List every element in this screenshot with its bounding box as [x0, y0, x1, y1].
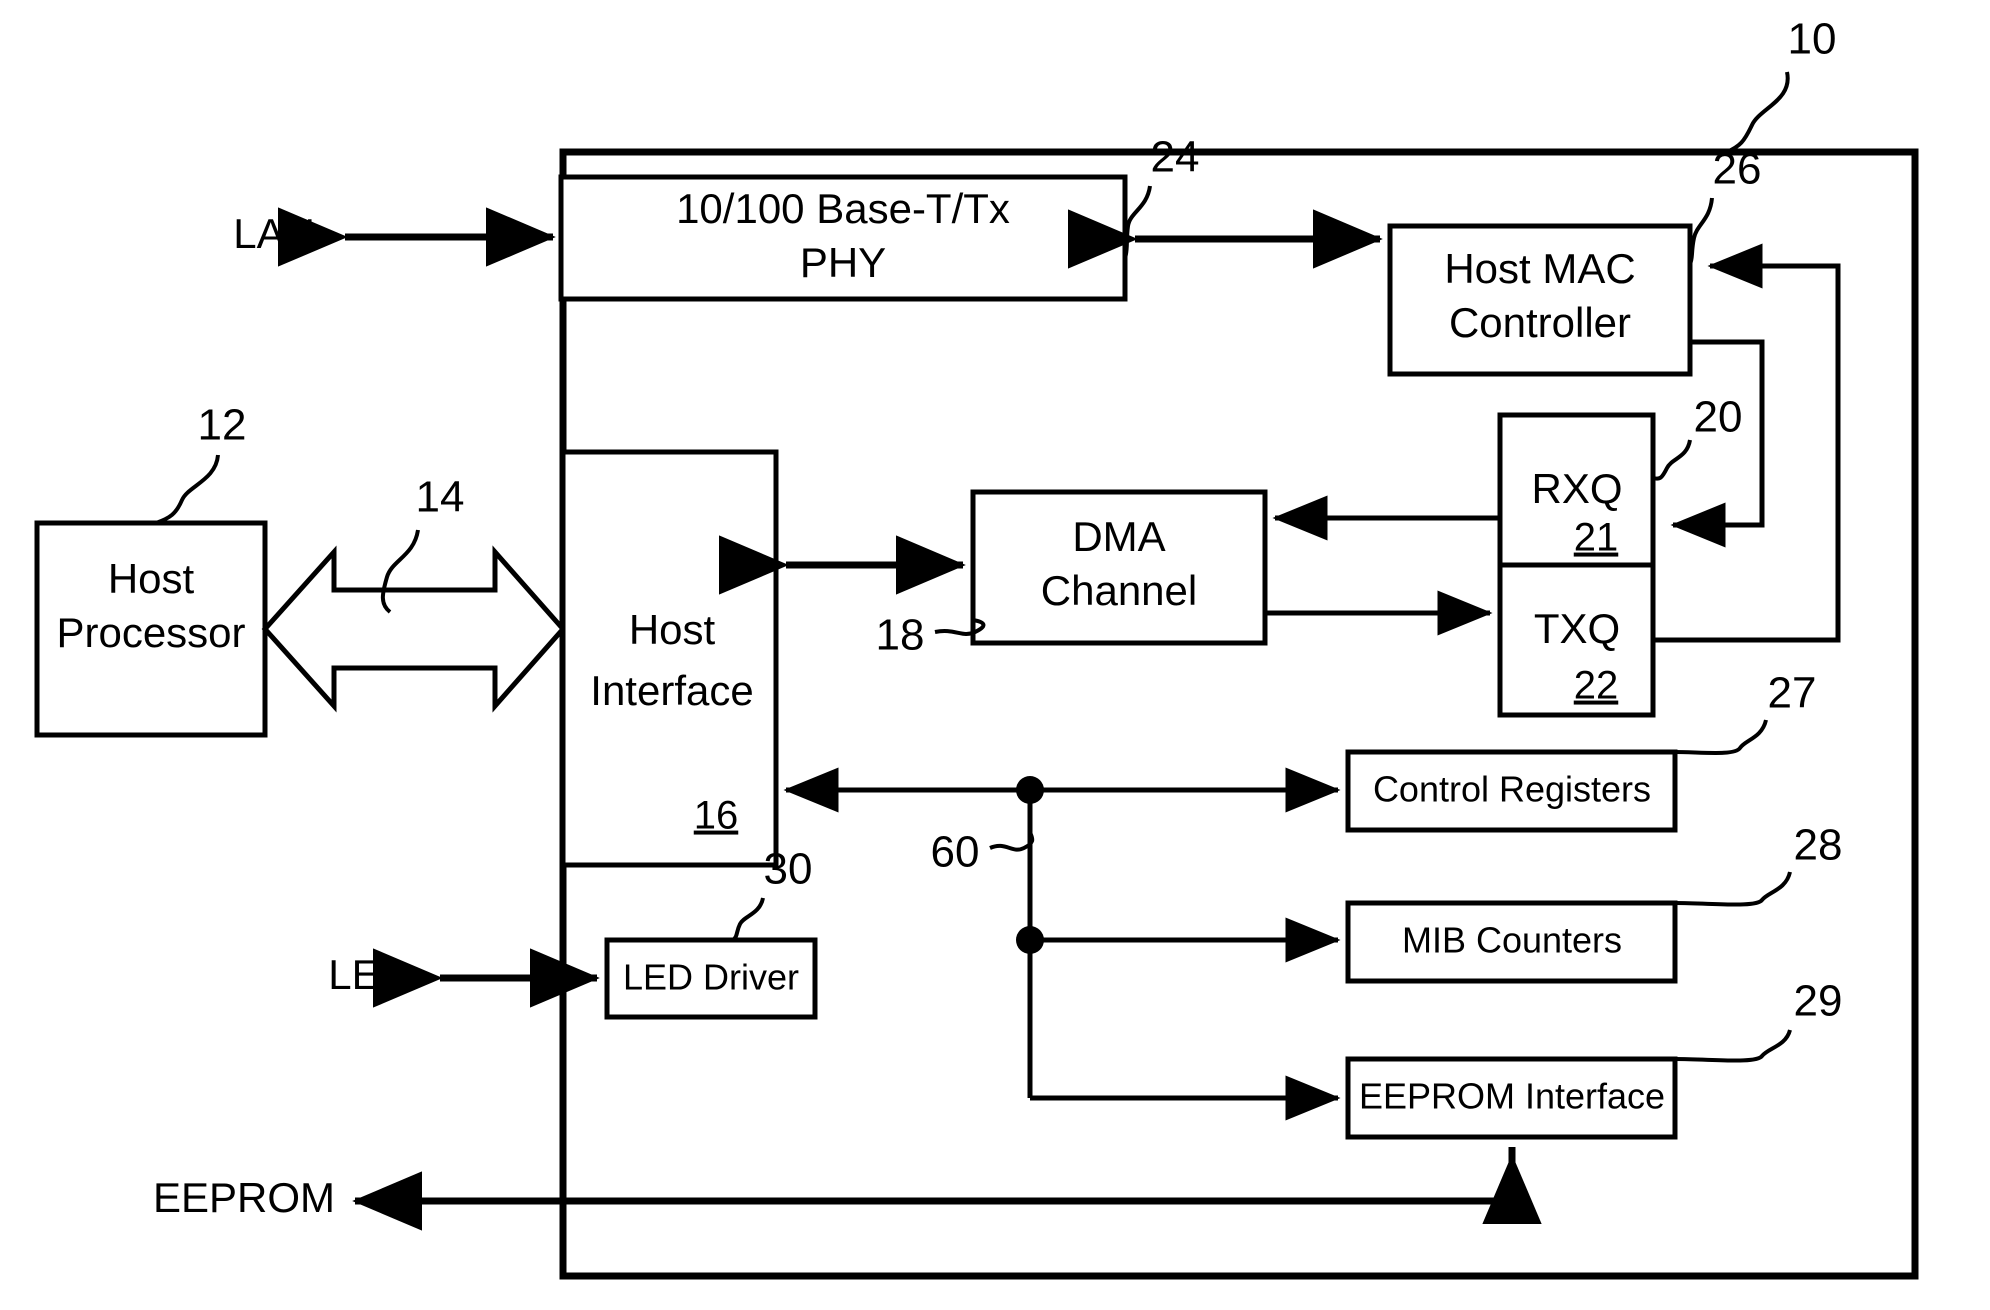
ref-21: 21 [1574, 516, 1619, 560]
lead-line-20 [1652, 439, 1692, 481]
phy-label-line2: PHY [800, 239, 886, 286]
host-processor-label-line2: Processor [56, 609, 245, 656]
figure-canvas: 10 Host Processor 12 14 Host Interface 1… [0, 0, 1990, 1310]
bus-junction-dot-lower [1016, 926, 1044, 954]
ref-24: 24 [1151, 133, 1200, 182]
port-label-eeprom: EEPROM [153, 1174, 335, 1221]
bus-junction-dot-upper [1016, 776, 1044, 804]
led-driver-label: LED Driver [623, 957, 799, 998]
lead-line-10 [1726, 71, 1790, 154]
lead-line-30 [731, 897, 765, 942]
port-label-led: LED [328, 951, 410, 998]
lead-line-28 [1674, 871, 1792, 907]
dma-label-line2: Channel [1041, 567, 1197, 614]
ref-28: 28 [1794, 821, 1843, 870]
phy-label-line1: 10/100 Base-T/Tx [676, 185, 1010, 232]
ref-10: 10 [1788, 15, 1837, 64]
rxq-label: RXQ [1531, 465, 1622, 512]
block-diagram-svg: 10 Host Processor 12 14 Host Interface 1… [34, 15, 1919, 1280]
port-label-lan: LAN [233, 210, 315, 257]
dma-label-line1: DMA [1072, 513, 1165, 560]
host-interface-label-line1: Host [629, 606, 716, 653]
host-processor-label-line1: Host [108, 555, 195, 602]
ref-16: 16 [694, 794, 739, 838]
lead-line-26 [1688, 197, 1714, 265]
host-interface-box [560, 449, 779, 868]
ref-14: 14 [416, 473, 465, 522]
control-registers-label: Control Registers [1373, 769, 1651, 810]
lead-line-60 [989, 831, 1035, 852]
mib-counters-label: MIB Counters [1402, 920, 1622, 961]
ref-22: 22 [1574, 664, 1619, 708]
lead-line-12 [155, 454, 220, 525]
ref-12: 12 [198, 401, 247, 450]
eeprom-interface-label: EEPROM Interface [1359, 1076, 1665, 1117]
ref-26: 26 [1713, 145, 1762, 194]
host-bus-double-arrow [261, 545, 567, 713]
lead-line-27 [1674, 719, 1768, 755]
ref-60: 60 [931, 828, 980, 877]
lead-line-29 [1674, 1029, 1792, 1063]
ref-18: 18 [876, 611, 925, 660]
ref-29: 29 [1794, 977, 1843, 1026]
ref-20: 20 [1694, 393, 1743, 442]
mac-label-line1: Host MAC [1444, 245, 1635, 292]
ref-30: 30 [764, 845, 813, 894]
lead-line-24 [1123, 185, 1152, 259]
txq-label: TXQ [1534, 605, 1620, 652]
ref-27: 27 [1768, 669, 1817, 718]
host-interface-label-line2: Interface [590, 667, 753, 714]
eeprom-output-wire [352, 1147, 1516, 1231]
mac-label-line2: Controller [1449, 299, 1631, 346]
